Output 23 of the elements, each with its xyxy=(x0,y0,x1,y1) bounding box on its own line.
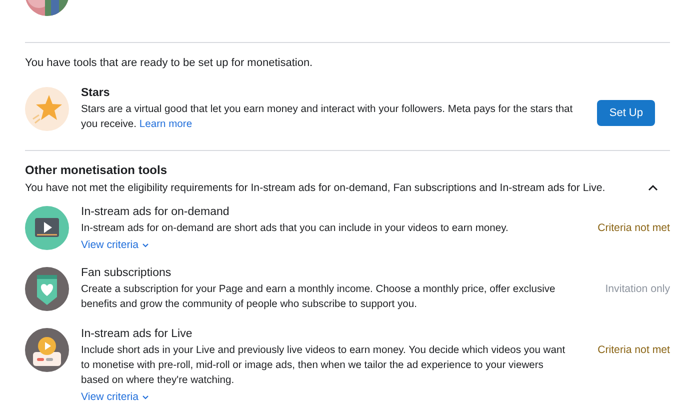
chevron-down-icon xyxy=(142,394,148,400)
chevron-down-icon xyxy=(142,242,148,248)
status-label: Criteria not met xyxy=(596,344,670,356)
view-criteria-link[interactable]: View criteria xyxy=(81,391,578,403)
learn-more-link[interactable]: Learn more xyxy=(139,119,192,130)
tool-title: In-stream ads for Live xyxy=(81,328,194,340)
tool-description: Stars are a virtual good that let you earn money and interact with your followers. Meta pays for the stars that you receive. Learn more xyxy=(81,103,574,132)
section-subtitle: You have not met the eligibility requirements for In-stream ads for on-demand, Fan subscriptions and In-stream ads for Live. xyxy=(25,182,606,194)
tool-description: In-stream ads for on-demand are short ads that you can include in your videos to earn money. xyxy=(81,222,510,236)
tool-title: Fan subscriptions xyxy=(81,267,172,279)
tool-description: Include short ads in your Live and previously live videos to earn money. You decide which videos you want to monetise with pre-roll, mid-roll or image ads, then when we tailor the ad experience to your viewers based on where they're watching. xyxy=(81,344,566,388)
intro-text: You have tools that are ready to be set up for monetisation. xyxy=(25,57,314,69)
tool-title: In-stream ads for on-demand xyxy=(81,206,230,218)
chevron-up-icon[interactable] xyxy=(648,184,658,192)
tool-description: Create a subscription for your Page and earn a monthly income. Choose a monthly price, offer exclusive benefits and grow the community of people who subscribe to support you. xyxy=(81,283,556,312)
view-criteria-link[interactable]: View criteria xyxy=(81,239,578,251)
status-label: Criteria not met xyxy=(596,222,670,234)
set-up-button[interactable]: Set Up xyxy=(597,100,655,126)
tool-title: Stars xyxy=(81,87,111,99)
status-label: Invitation only xyxy=(604,283,670,295)
section-heading: Other monetisation tools xyxy=(25,163,168,177)
video-icon xyxy=(25,206,69,250)
live-video-icon xyxy=(25,328,69,372)
